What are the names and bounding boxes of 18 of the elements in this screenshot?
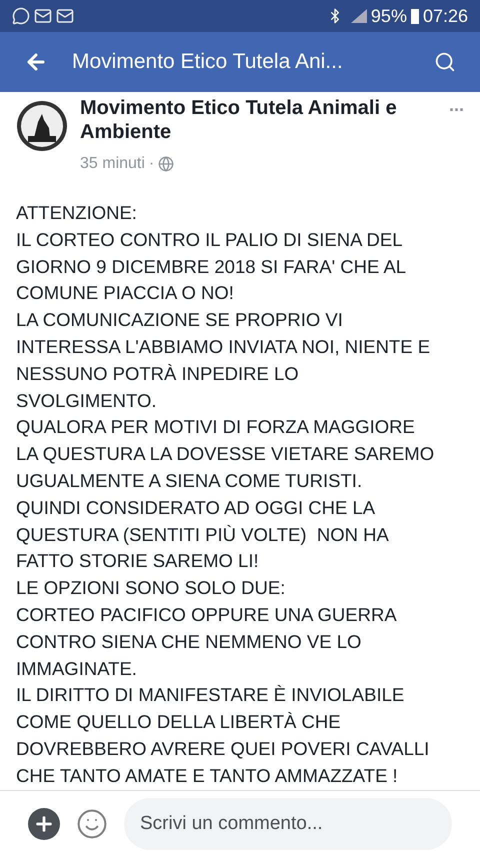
clock: 07:26 <box>422 4 468 28</box>
emoji-icon[interactable] <box>76 808 108 840</box>
globe-icon <box>158 156 174 172</box>
post-text: ATTENZIONE: IL CORTEO CONTRO IL PALIO DI SIENA DEL GIORNO 9 DICEMBRE 2018 SI FARA' CHE AL COMUNE PIACCIA O NO! LA COMUNICAZIONE SE PROPRIO VI INTERESSA L'ABBIAMO INVIATA NOI, NIENTE E NESSUNO POTRÀ INPEDIRE LO SVOLGIMENTO. QUALORA PER MOTIVI DI FORZA MAGGIORE LA QUESTURA LA DOVESSE VIETARE SAREMO UGUALMENTE A SIENA COME TURISTI. QUINDI CONSIDERATO AD OGGI CHE LA QUESTURA (SENTITI PIÙ VOLTE) NON HA FATTO STORIE SAREMO LI! LE OPZIONI SONO SOLO DUE: CORTEO PACIFICO OPPURE UNA GUERRA CONTRO SIENA CHE NEMMENO VE LO IMMAGINATE. IL DIRITTO DI MANIFESTARE È INVIOLABILE COME QUELLO DELLA LIBERTÀ CHE DOVREBBERO AVRERE QUEI POVERI CAVALLI CHE TANTO AMATE E TANTO AMMAZZATE ! <box>15 201 436 788</box>
battery-icon <box>410 8 419 24</box>
avatar <box>16 100 68 152</box>
author-name[interactable]: Movimento Etico Tutela Animali e Ambiente <box>80 96 449 144</box>
page-title: Movimento Etico Tutela Ani... <box>72 49 344 76</box>
add-button[interactable] <box>28 808 60 840</box>
search-icon[interactable] <box>434 51 456 73</box>
mail-icon <box>34 7 52 25</box>
signal-icon <box>350 9 367 23</box>
comment-field[interactable]: Scrivi un commento... <box>124 798 452 850</box>
separator: · <box>148 154 154 174</box>
post-time: 35 minuti <box>80 154 145 174</box>
mail-icon <box>56 7 74 25</box>
battery-level: 95% <box>370 4 407 28</box>
messenger-icon <box>12 7 30 25</box>
